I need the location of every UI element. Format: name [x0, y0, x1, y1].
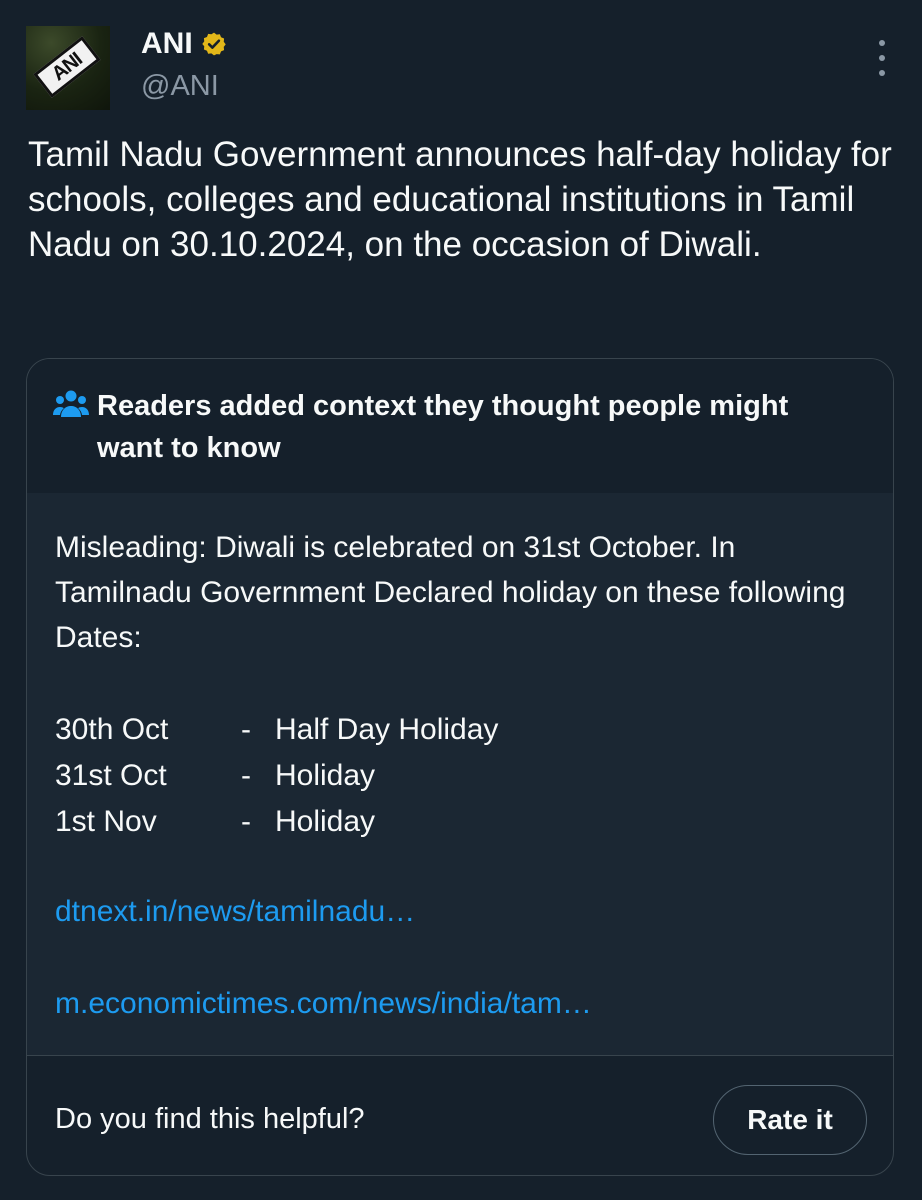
author-handle[interactable]: @ANI	[141, 70, 219, 103]
source-link-dtnext[interactable]: dtnext.in/news/tamilnadu…	[55, 895, 415, 929]
community-note: Readers added context they thought peopl…	[26, 358, 894, 1176]
people-icon	[53, 390, 89, 417]
holiday-date: 1st Nov	[55, 805, 157, 838]
holiday-label: Holiday	[275, 805, 376, 838]
more-dot	[879, 40, 885, 46]
holiday-label: Holiday	[275, 759, 376, 792]
holiday-date: 31st Oct	[55, 759, 167, 792]
source-link-economictimes[interactable]: m.economictimes.com/news/india/tam…	[55, 987, 592, 1021]
more-dot	[879, 55, 885, 61]
avatar[interactable]: ANI	[26, 26, 110, 110]
holiday-date: 30th Oct	[55, 713, 169, 746]
holiday-label: Half Day Holiday	[275, 713, 499, 746]
separator: -	[241, 713, 251, 746]
community-note-header[interactable]: Readers added context they thought peopl…	[27, 359, 893, 493]
rate-it-button[interactable]: Rate it	[713, 1085, 867, 1155]
verified-badge-icon[interactable]	[201, 31, 227, 57]
community-note-title: Readers added context they thought peopl…	[97, 390, 789, 464]
helpful-question: Do you find this helpful?	[55, 1103, 365, 1135]
author-name-row: ANI	[141, 26, 227, 62]
author-name[interactable]: ANI	[141, 27, 193, 61]
tweet-header: ANI ANI @ANI	[26, 26, 896, 110]
separator: -	[241, 805, 251, 838]
divider	[27, 1055, 893, 1056]
separator: -	[241, 759, 251, 792]
community-note-intro: Misleading: Diwali is celebrated on 31st…	[55, 531, 846, 654]
tweet-text: Tamil Nadu Government announces half-day…	[28, 135, 892, 264]
more-dot	[879, 70, 885, 76]
more-options-icon[interactable]	[872, 40, 892, 76]
